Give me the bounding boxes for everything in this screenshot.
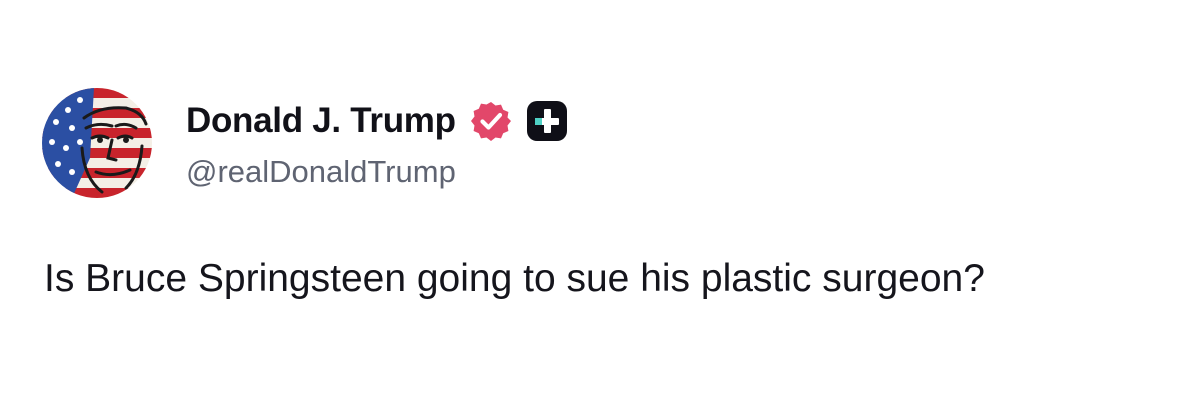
verified-check-icon[interactable] bbox=[470, 100, 512, 142]
name-row: Donald J. Trump bbox=[186, 96, 568, 146]
post-body-text: Is Bruce Springsteen going to sue his pl… bbox=[44, 257, 985, 300]
plus-badge-icon[interactable] bbox=[526, 100, 568, 142]
avatar[interactable] bbox=[42, 88, 152, 198]
post-header: Donald J. Trump @realDonaldTrump bbox=[42, 88, 568, 198]
author-identity: Donald J. Trump @realDonaldTrump bbox=[186, 96, 568, 190]
post-card: Donald J. Trump @realDonaldTrump Is Bruc… bbox=[0, 0, 1200, 420]
author-display-name[interactable]: Donald J. Trump bbox=[186, 101, 456, 141]
avatar-image bbox=[42, 88, 152, 198]
author-handle[interactable]: @realDonaldTrump bbox=[186, 154, 568, 190]
